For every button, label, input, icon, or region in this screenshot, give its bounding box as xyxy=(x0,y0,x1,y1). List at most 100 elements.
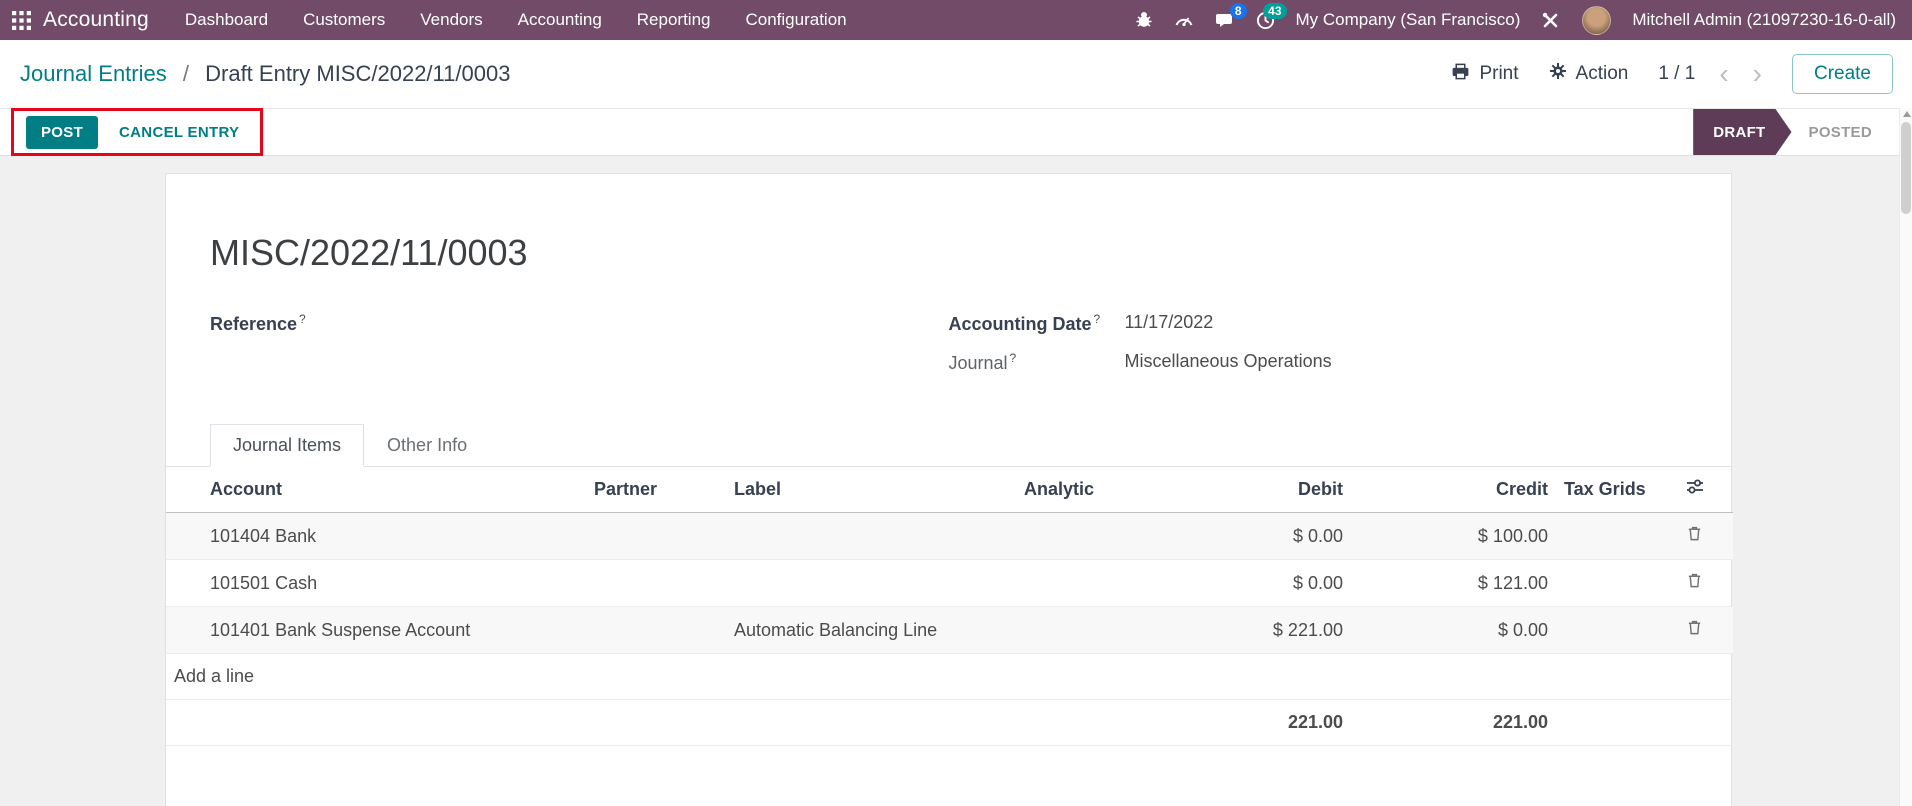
menu-dashboard[interactable]: Dashboard xyxy=(185,10,268,30)
action-button[interactable]: Action xyxy=(1549,62,1629,86)
control-panel: Journal Entries / Draft Entry MISC/2022/… xyxy=(0,40,1912,108)
menu-accounting[interactable]: Accounting xyxy=(518,10,602,30)
pager-prev-icon[interactable]: ‹ xyxy=(1719,64,1728,84)
cancel-entry-button[interactable]: CANCEL ENTRY xyxy=(119,124,239,141)
messages-badge: 8 xyxy=(1230,3,1247,19)
post-button[interactable]: POST xyxy=(26,116,98,149)
table-row[interactable]: 101501 Cash $ 0.00 $ 121.00 xyxy=(166,560,1733,607)
cell-debit: $ 0.00 xyxy=(1226,513,1351,560)
pager-next-icon[interactable]: › xyxy=(1753,64,1762,84)
avatar[interactable] xyxy=(1582,6,1611,35)
table-row[interactable]: 101401 Bank Suspense Account Automatic B… xyxy=(166,607,1733,654)
gear-icon xyxy=(1549,62,1567,86)
menu-reporting[interactable]: Reporting xyxy=(637,10,711,30)
tools-icon[interactable] xyxy=(1541,11,1561,29)
col-label[interactable]: Label xyxy=(726,467,1016,513)
menu-configuration[interactable]: Configuration xyxy=(746,10,847,30)
tab-other-info[interactable]: Other Info xyxy=(364,424,490,467)
journal-items-table: Account Partner Label Analytic Debit Cre… xyxy=(166,467,1733,746)
table-header-row: Account Partner Label Analytic Debit Cre… xyxy=(166,467,1733,513)
col-debit[interactable]: Debit xyxy=(1226,467,1351,513)
status-widget: DRAFT POSTED xyxy=(1693,109,1898,155)
activities-clock-icon[interactable]: 43 xyxy=(1256,11,1275,30)
main-menu: Dashboard Customers Vendors Accounting R… xyxy=(185,10,847,30)
breadcrumb-separator: / xyxy=(183,61,189,86)
help-marker: ? xyxy=(1010,351,1017,365)
status-posted[interactable]: POSTED xyxy=(1792,124,1898,141)
delete-row-icon[interactable] xyxy=(1686,572,1703,589)
cell-partner xyxy=(586,560,726,607)
notebook-tabs: Journal Items Other Info xyxy=(166,424,1731,467)
tab-journal-items[interactable]: Journal Items xyxy=(210,424,364,467)
cell-analytic xyxy=(1016,607,1226,654)
table-row[interactable]: 101404 Bank $ 0.00 $ 100.00 xyxy=(166,513,1733,560)
action-label: Action xyxy=(1576,63,1629,85)
journal-value[interactable]: Miscellaneous Operations xyxy=(1125,351,1688,372)
col-analytic[interactable]: Analytic xyxy=(1016,467,1226,513)
cell-label xyxy=(726,560,1016,607)
breadcrumb-current: Draft Entry MISC/2022/11/0003 xyxy=(205,61,510,86)
activities-badge: 43 xyxy=(1263,3,1286,19)
scroll-up-arrow[interactable] xyxy=(1903,111,1911,117)
delete-row-icon[interactable] xyxy=(1686,619,1703,636)
print-label: Print xyxy=(1479,63,1518,85)
print-button[interactable]: Print xyxy=(1451,62,1518,87)
cell-account: 101401 Bank Suspense Account xyxy=(166,607,586,654)
gauge-icon[interactable] xyxy=(1174,11,1194,29)
top-navbar: Accounting Dashboard Customers Vendors A… xyxy=(0,0,1912,40)
pager-value: 1 / 1 xyxy=(1658,63,1695,85)
content-area: MISC/2022/11/0003 Reference? Accounting … xyxy=(0,156,1912,806)
pager: 1 / 1 ‹ › xyxy=(1658,63,1762,85)
cell-account: 101404 Bank xyxy=(166,513,586,560)
cell-partner xyxy=(586,513,726,560)
help-marker: ? xyxy=(299,312,306,326)
col-credit[interactable]: Credit xyxy=(1351,467,1556,513)
total-credit: 221.00 xyxy=(1351,700,1556,746)
cell-credit: $ 0.00 xyxy=(1351,607,1556,654)
messages-icon[interactable]: 8 xyxy=(1215,11,1235,29)
total-debit: 221.00 xyxy=(1226,700,1351,746)
col-tax-grids[interactable]: Tax Grids xyxy=(1556,467,1656,513)
col-account[interactable]: Account xyxy=(166,467,586,513)
statusbar: POST CANCEL ENTRY DRAFT POSTED xyxy=(0,108,1912,156)
apps-grid-icon[interactable] xyxy=(12,11,31,30)
reference-label: Reference? xyxy=(210,314,306,334)
scrollbar-thumb[interactable] xyxy=(1901,122,1911,214)
journal-label: Journal? xyxy=(949,351,1125,374)
cell-debit: $ 0.00 xyxy=(1226,560,1351,607)
cell-analytic xyxy=(1016,560,1226,607)
cell-credit: $ 100.00 xyxy=(1351,513,1556,560)
entry-title[interactable]: MISC/2022/11/0003 xyxy=(210,174,1687,274)
screen: Accounting Dashboard Customers Vendors A… xyxy=(0,0,1912,806)
breadcrumb-journal-entries[interactable]: Journal Entries xyxy=(20,61,167,86)
menu-vendors[interactable]: Vendors xyxy=(420,10,482,30)
user-menu[interactable]: Mitchell Admin (21097230-16-0-all) xyxy=(1632,10,1896,30)
totals-row: 221.00 221.00 xyxy=(166,700,1733,746)
bug-icon[interactable] xyxy=(1135,11,1153,29)
accounting-date-label: Accounting Date? xyxy=(949,312,1125,335)
cell-credit: $ 121.00 xyxy=(1351,560,1556,607)
breadcrumb: Journal Entries / Draft Entry MISC/2022/… xyxy=(20,61,510,87)
add-a-line-link[interactable]: Add a line xyxy=(166,654,1733,700)
help-marker: ? xyxy=(1094,312,1101,326)
accounting-date-value[interactable]: 11/17/2022 xyxy=(1125,312,1688,333)
cell-tax-grids xyxy=(1556,607,1656,654)
cell-label xyxy=(726,513,1016,560)
cell-partner xyxy=(586,607,726,654)
cell-tax-grids xyxy=(1556,560,1656,607)
printer-icon xyxy=(1451,62,1470,87)
company-switcher[interactable]: My Company (San Francisco) xyxy=(1296,10,1521,30)
create-button[interactable]: Create xyxy=(1792,54,1893,94)
status-draft[interactable]: DRAFT xyxy=(1693,109,1791,155)
cell-analytic xyxy=(1016,513,1226,560)
delete-row-icon[interactable] xyxy=(1686,525,1703,542)
cell-label: Automatic Balancing Line xyxy=(726,607,1016,654)
menu-customers[interactable]: Customers xyxy=(303,10,385,30)
cell-debit: $ 221.00 xyxy=(1226,607,1351,654)
vertical-scrollbar[interactable] xyxy=(1899,108,1912,806)
optional-columns-button[interactable] xyxy=(1656,467,1733,513)
cell-tax-grids xyxy=(1556,513,1656,560)
col-partner[interactable]: Partner xyxy=(586,467,726,513)
app-name[interactable]: Accounting xyxy=(43,8,149,32)
cell-account: 101501 Cash xyxy=(166,560,586,607)
